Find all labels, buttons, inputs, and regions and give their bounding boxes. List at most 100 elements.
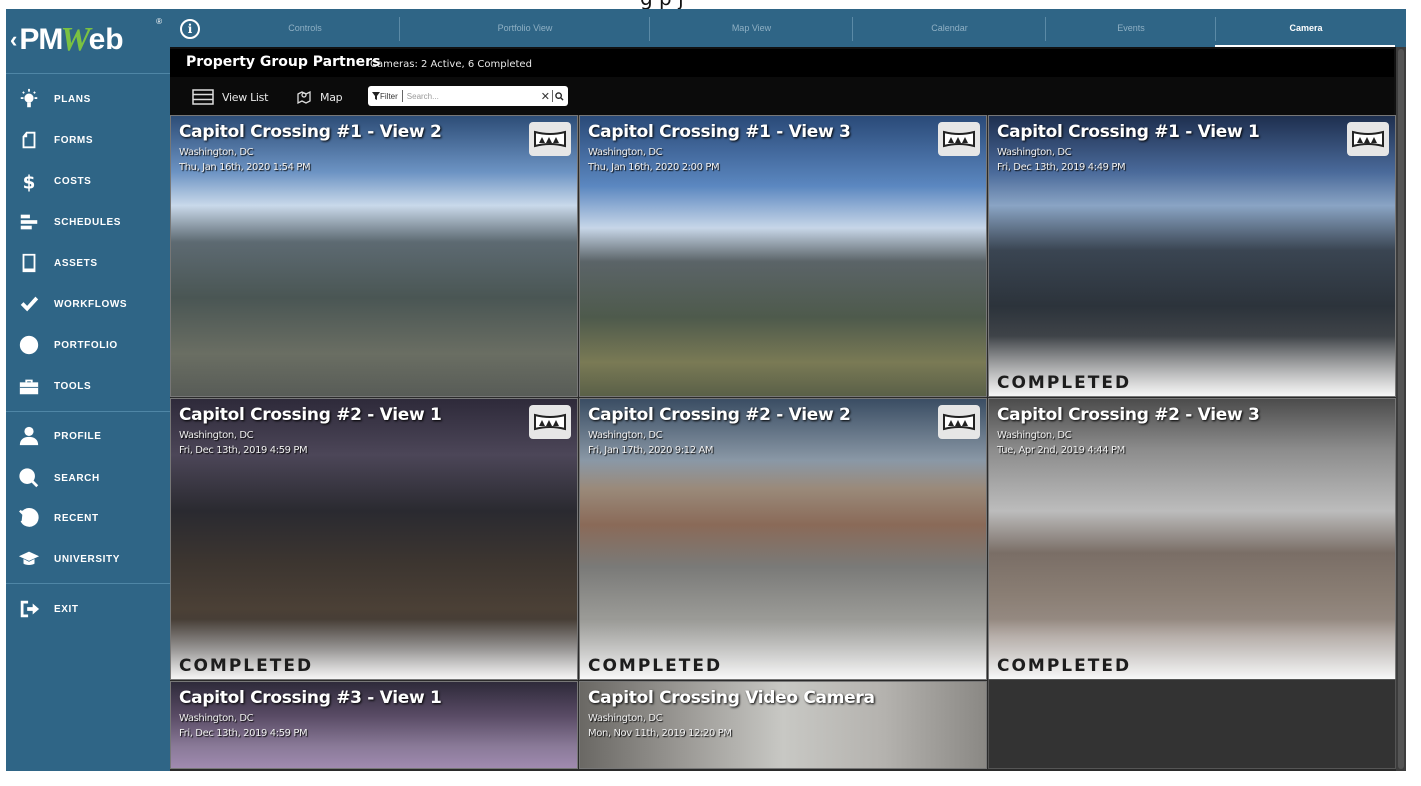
camera-tile[interactable]: Capitol Crossing #1 - View 2 Washington,…	[170, 115, 578, 397]
clear-search-icon[interactable]: ✕	[541, 90, 550, 103]
camera-location: Washington, DC	[588, 713, 663, 724]
camera-tile[interactable]: Capitol Crossing #1 - View 1 Washington,…	[988, 115, 1396, 397]
camera-title: Capitol Crossing #1 - View 1	[997, 122, 1260, 142]
sidebar-item-costs[interactable]: $ COSTS	[6, 163, 170, 199]
panorama-icon	[534, 413, 566, 431]
sidebar-item-assets[interactable]: ASSETS	[6, 245, 170, 281]
filter-button[interactable]: Filter	[372, 92, 398, 101]
camera-date: Thu, Jan 16th, 2020 1:54 PM	[179, 162, 311, 173]
collapse-chevron-icon[interactable]: ‹	[10, 27, 17, 53]
camera-tile[interactable]: Capitol Crossing Video Camera Washington…	[579, 681, 987, 769]
user-icon	[6, 425, 52, 447]
camera-tile[interactable]: Capitol Crossing #2 - View 3 Washington,…	[988, 398, 1396, 680]
panorama-button[interactable]	[529, 122, 571, 156]
globe-icon	[6, 334, 52, 356]
camera-title: Capitol Crossing #3 - View 1	[179, 688, 442, 708]
camera-tile[interactable]: Capitol Crossing #3 - View 1 Washington,…	[170, 681, 578, 769]
sidebar-item-workflows[interactable]: WORKFLOWS	[6, 286, 170, 322]
panorama-button[interactable]	[529, 405, 571, 439]
map-pin-icon	[297, 90, 311, 105]
sidebar-item-forms[interactable]: FORMS	[6, 122, 170, 158]
panorama-icon	[1352, 130, 1384, 148]
camera-location: Washington, DC	[179, 430, 254, 441]
sidebar-item-recent[interactable]: RECENT	[6, 500, 170, 536]
camera-location: Washington, DC	[997, 430, 1072, 441]
tab-divider	[1046, 17, 1216, 41]
list-icon	[192, 89, 214, 105]
camera-location: Washington, DC	[179, 147, 254, 158]
sidebar-divider	[6, 73, 170, 74]
info-icon[interactable]: i	[180, 19, 200, 39]
map-label: Map	[320, 90, 343, 104]
camera-title: Capitol Crossing #2 - View 2	[588, 405, 851, 425]
empty-grid-cell	[988, 679, 1396, 769]
camera-location: Washington, DC	[588, 430, 663, 441]
camera-title: Capitol Crossing #2 - View 1	[179, 405, 442, 425]
sidebar: ‹ PM W eb ® PLANS FORMS $ COSTS SCHEDULE…	[6, 9, 170, 771]
sidebar-item-exit[interactable]: EXIT	[6, 591, 170, 627]
sidebar-item-search[interactable]: SEARCH	[6, 460, 170, 496]
sidebar-item-label: RECENT	[54, 512, 99, 524]
sidebar-item-tools[interactable]: TOOLS	[6, 368, 170, 404]
view-list-button[interactable]: View List	[192, 87, 268, 107]
camera-tile[interactable]: Capitol Crossing #1 - View 3 Washington,…	[579, 115, 987, 397]
camera-date: Mon, Nov 11th, 2019 12:20 PM	[588, 728, 732, 739]
sidebar-divider	[6, 411, 170, 412]
panorama-button[interactable]	[938, 405, 980, 439]
organization-name: Property Group Partners	[186, 54, 381, 70]
toolbox-icon	[6, 375, 52, 397]
vertical-scrollbar[interactable]	[1396, 47, 1406, 771]
sidebar-item-label: WORKFLOWS	[54, 298, 128, 310]
sidebar-item-label: SEARCH	[54, 472, 100, 484]
document-icon	[6, 129, 52, 151]
sidebar-item-label: PORTFOLIO	[54, 339, 118, 351]
status-badge: COMPLETED	[997, 373, 1132, 393]
panorama-icon	[534, 130, 566, 148]
app-window: ‹ PM W eb ® PLANS FORMS $ COSTS SCHEDULE…	[6, 9, 1406, 771]
camera-location: Washington, DC	[179, 713, 254, 724]
camera-date: Fri, Dec 13th, 2019 4:59 PM	[179, 728, 308, 739]
tab-camera[interactable]: Camera	[1216, 9, 1396, 47]
camera-date: Tue, Apr 2nd, 2019 4:44 PM	[997, 445, 1125, 456]
camera-date: Fri, Dec 13th, 2019 4:49 PM	[997, 162, 1126, 173]
scrollbar-thumb[interactable]	[1398, 49, 1404, 769]
lightbulb-icon	[6, 88, 52, 110]
graduation-cap-icon	[6, 548, 52, 570]
camera-grid: Capitol Crossing #1 - View 2 Washington,…	[170, 115, 1396, 771]
top-tab-bar: i Controls Portfolio View Map View Calen…	[170, 9, 1406, 47]
pmweb-logo[interactable]: ‹ PM W eb ®	[10, 15, 166, 65]
sidebar-item-label: COSTS	[54, 175, 92, 187]
building-icon	[6, 252, 52, 274]
camera-title: Capitol Crossing #1 - View 3	[588, 122, 851, 142]
registered-mark: ®	[156, 17, 162, 26]
camera-tile[interactable]: Capitol Crossing #2 - View 2 Washington,…	[579, 398, 987, 680]
sidebar-item-label: EXIT	[54, 603, 79, 615]
search-icon[interactable]	[555, 91, 564, 101]
status-badge: COMPLETED	[179, 656, 314, 676]
logo-text-w: W	[60, 21, 91, 58]
sidebar-item-schedules[interactable]: SCHEDULES	[6, 204, 170, 240]
sidebar-item-profile[interactable]: PROFILE	[6, 418, 170, 454]
tab-divider	[853, 17, 1046, 41]
filter-divider	[401, 90, 403, 102]
camera-title: Capitol Crossing #2 - View 3	[997, 405, 1260, 425]
sidebar-item-portfolio[interactable]: PORTFOLIO	[6, 327, 170, 363]
search-input[interactable]	[406, 91, 541, 101]
filter-funnel-icon	[372, 92, 380, 100]
camera-snapshot	[580, 116, 986, 396]
sidebar-item-label: UNIVERSITY	[54, 553, 121, 565]
sidebar-item-label: SCHEDULES	[54, 216, 122, 228]
sidebar-item-plans[interactable]: PLANS	[6, 81, 170, 117]
schedule-bars-icon	[6, 211, 52, 233]
camera-tile[interactable]: Capitol Crossing #2 - View 1 Washington,…	[170, 398, 578, 680]
filter-label: Filter	[380, 91, 398, 101]
filter-search-box: Filter ✕	[368, 86, 568, 106]
status-badge: COMPLETED	[997, 656, 1132, 676]
checkmark-icon	[6, 293, 52, 315]
map-button[interactable]: Map	[296, 87, 343, 107]
panorama-button[interactable]	[1347, 122, 1389, 156]
status-badge: COMPLETED	[588, 656, 723, 676]
panorama-button[interactable]	[938, 122, 980, 156]
dollar-icon: $	[6, 170, 52, 192]
sidebar-item-university[interactable]: UNIVERSITY	[6, 541, 170, 577]
